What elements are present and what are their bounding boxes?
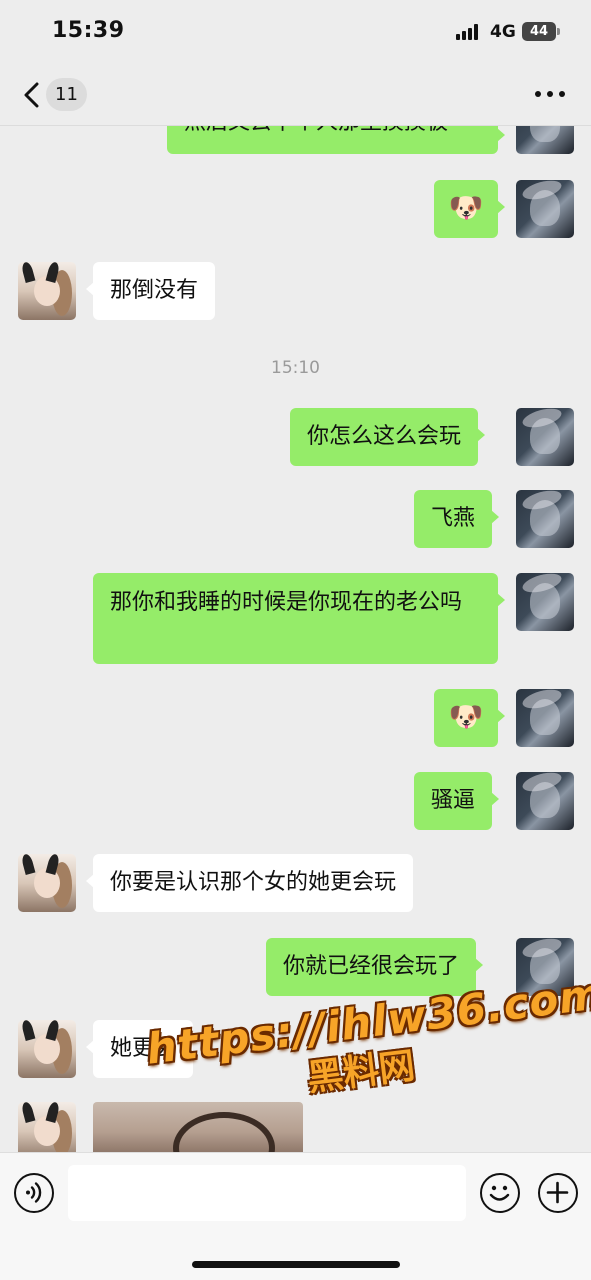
my-avatar[interactable] [516, 126, 574, 154]
plus-circle-icon[interactable] [538, 1173, 578, 1213]
home-indicator[interactable] [192, 1261, 400, 1268]
status-bar: 15:39 4G 44 [0, 0, 591, 62]
message-text: 你要是认识那个女的她更会玩 [110, 870, 397, 895]
message-text: 那倒没有 [110, 278, 199, 303]
message-text: 你就已经很会玩了 [283, 954, 460, 979]
cellular-signal-icon [456, 24, 482, 40]
chevron-left-icon[interactable] [22, 82, 42, 108]
my-avatar[interactable] [516, 573, 574, 631]
message-timestamp: 15:10 [271, 358, 320, 378]
message-bubble-received[interactable]: 她更会 [85, 1020, 194, 1078]
message-bubble-received[interactable]: 那倒没有 [85, 262, 216, 320]
more-dots-icon[interactable] [535, 88, 567, 100]
message-text: 那你和我睡的时候是你现在的老公吗 [110, 590, 463, 615]
status-time: 15:39 [52, 18, 125, 43]
message-list[interactable]: 然后又去下个人那里摸摸板 🐶 那倒没有 15:10 你怎么这么会玩 飞燕 那你和… [0, 126, 591, 1152]
chat-nav-bar: 11 [0, 62, 591, 126]
message-text: 你怎么这么会玩 [307, 424, 462, 449]
my-avatar[interactable] [516, 938, 574, 996]
message-bubble-sent[interactable]: 骚逼 [414, 772, 500, 830]
message-bubble-sent[interactable]: 你就已经很会玩了 [266, 938, 484, 996]
unread-count-badge[interactable]: 11 [46, 78, 87, 111]
message-bubble-sent[interactable]: 那你和我睡的时候是你现在的老公吗 [93, 573, 505, 664]
my-avatar[interactable] [516, 490, 574, 548]
my-avatar[interactable] [516, 772, 574, 830]
message-bubble-sent[interactable]: 🐶 [434, 689, 505, 747]
message-bubble-sent[interactable]: 飞燕 [414, 490, 500, 548]
contact-avatar[interactable] [18, 854, 76, 912]
voice-icon[interactable] [14, 1173, 54, 1213]
message-text: 飞燕 [431, 506, 476, 531]
message-input[interactable] [68, 1165, 466, 1221]
my-avatar[interactable] [516, 408, 574, 466]
message-text: 骚逼 [431, 788, 476, 813]
network-type: 4G [490, 22, 516, 42]
contact-avatar[interactable] [18, 262, 76, 320]
my-avatar[interactable] [516, 180, 574, 238]
contact-avatar[interactable] [18, 1102, 76, 1152]
message-bubble-sent[interactable]: 🐶 [434, 180, 505, 238]
message-bubble-sent[interactable]: 你怎么这么会玩 [290, 408, 486, 466]
my-avatar[interactable] [516, 689, 574, 747]
message-bubble-sent[interactable]: 然后又去下个人那里摸摸板 [167, 126, 505, 154]
contact-avatar[interactable] [18, 1020, 76, 1078]
smiley-icon[interactable] [480, 1173, 520, 1213]
battery-icon: 44 [522, 22, 560, 41]
doge-sticker-icon: 🐶 [448, 191, 484, 224]
message-bubble-received[interactable]: 你要是认识那个女的她更会玩 [85, 854, 414, 912]
received-image[interactable] [93, 1102, 303, 1152]
doge-sticker-icon: 🐶 [448, 700, 484, 733]
message-text: 然后又去下个人那里摸摸板 [184, 126, 448, 135]
message-text: 她更会 [110, 1036, 177, 1061]
